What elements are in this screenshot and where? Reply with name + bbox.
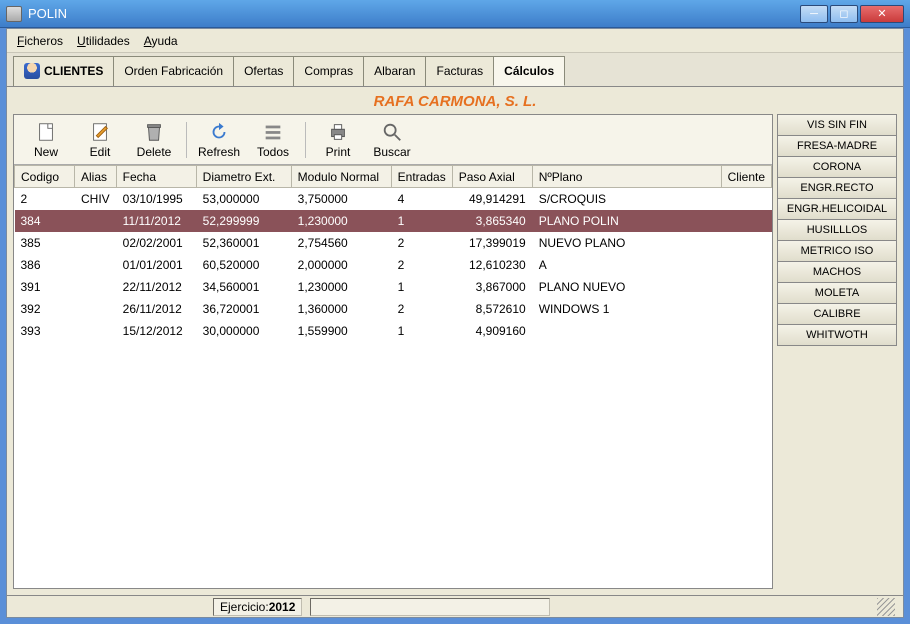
col-paso[interactable]: Paso Axial (452, 166, 532, 188)
col-cliente[interactable]: Cliente (721, 166, 771, 188)
titlebar: POLIN ─ ◻ ✕ (0, 0, 910, 28)
tab-facturas[interactable]: Facturas (425, 56, 494, 86)
col-modulo[interactable]: Modulo Normal (291, 166, 391, 188)
tab-ofertas[interactable]: Ofertas (233, 56, 294, 86)
tab-clientes[interactable]: CLIENTES (13, 56, 114, 86)
menubar: Ficheros Utilidades Ayuda (7, 29, 903, 53)
col-fecha[interactable]: Fecha (116, 166, 196, 188)
menu-ayuda[interactable]: Ayuda (144, 34, 178, 48)
edit-button[interactable]: Edit (74, 118, 126, 162)
status-ejercicio: Ejercicio:2012 (213, 598, 302, 616)
sidebar-item-husilllos[interactable]: HUSILLLOS (777, 219, 897, 241)
col-nplano[interactable]: NºPlano (532, 166, 721, 188)
sidebar-item-corona[interactable]: CORONA (777, 156, 897, 178)
refresh-button[interactable]: Refresh (193, 118, 245, 162)
tab-orden-fabricacion[interactable]: Orden Fabricación (113, 56, 234, 86)
maximize-button[interactable]: ◻ (830, 5, 858, 23)
menu-ficheros[interactable]: Ficheros (17, 34, 63, 48)
minimize-button[interactable]: ─ (800, 5, 828, 23)
status-empty (310, 598, 550, 616)
delete-button[interactable]: Delete (128, 118, 180, 162)
menu-utilidades[interactable]: Utilidades (77, 34, 130, 48)
tab-calculos[interactable]: Cálculos (493, 56, 565, 86)
sidebar-item-machos[interactable]: MACHOS (777, 261, 897, 283)
person-icon (24, 63, 40, 79)
table-row[interactable]: 39315/12/201230,0000001,55990014,909160 (15, 320, 772, 342)
sidebar: VIS SIN FINFRESA-MADRECORONAENGR.RECTOEN… (777, 114, 897, 589)
sidebar-item-vis-sin-fin[interactable]: VIS SIN FIN (777, 114, 897, 136)
tab-compras[interactable]: Compras (293, 56, 364, 86)
search-icon (381, 121, 403, 143)
table-row[interactable]: 38601/01/200160,5200002,000000212,610230… (15, 254, 772, 276)
data-grid[interactable]: Codigo Alias Fecha Diametro Ext. Modulo … (14, 165, 772, 588)
new-file-icon (35, 121, 57, 143)
col-diametro[interactable]: Diametro Ext. (196, 166, 291, 188)
tabrow: CLIENTES Orden Fabricación Ofertas Compr… (7, 53, 903, 87)
statusbar: Ejercicio:2012 (7, 595, 903, 617)
window-title: POLIN (28, 6, 800, 21)
app-icon (6, 6, 22, 22)
company-name: RAFA CARMONA, S. L. (7, 87, 903, 114)
table-row[interactable]: 38502/02/200152,3600012,754560217,399019… (15, 232, 772, 254)
table-row[interactable]: 2CHIV03/10/199553,0000003,750000449,9142… (15, 188, 772, 210)
sidebar-item-engr-recto[interactable]: ENGR.RECTO (777, 177, 897, 199)
printer-icon (327, 121, 349, 143)
table-row[interactable]: 39226/11/201236,7200011,36000028,572610W… (15, 298, 772, 320)
table-row[interactable]: 39122/11/201234,5600011,23000013,867000P… (15, 276, 772, 298)
trash-icon (143, 121, 165, 143)
sidebar-item-moleta[interactable]: MOLETA (777, 282, 897, 304)
tab-albaran[interactable]: Albaran (363, 56, 426, 86)
sidebar-item-engr-helicoidal[interactable]: ENGR.HELICOIDAL (777, 198, 897, 220)
col-alias[interactable]: Alias (75, 166, 117, 188)
todos-button[interactable]: Todos (247, 118, 299, 162)
table-row[interactable]: 38411/11/201252,2999991,23000013,865340P… (15, 210, 772, 232)
sidebar-item-calibre[interactable]: CALIBRE (777, 303, 897, 325)
list-icon (262, 121, 284, 143)
refresh-icon (208, 121, 230, 143)
col-codigo[interactable]: Codigo (15, 166, 75, 188)
sidebar-item-whitwoth[interactable]: WHITWOTH (777, 324, 897, 346)
sidebar-item-fresa-madre[interactable]: FRESA-MADRE (777, 135, 897, 157)
close-button[interactable]: ✕ (860, 5, 904, 23)
sidebar-item-metrico-iso[interactable]: METRICO ISO (777, 240, 897, 262)
resize-grip-icon[interactable] (877, 598, 895, 616)
pencil-icon (89, 121, 111, 143)
new-button[interactable]: New (20, 118, 72, 162)
print-button[interactable]: Print (312, 118, 364, 162)
toolbar: New Edit Delete Refresh (14, 115, 772, 165)
col-entradas[interactable]: Entradas (391, 166, 452, 188)
buscar-button[interactable]: Buscar (366, 118, 418, 162)
header-row: Codigo Alias Fecha Diametro Ext. Modulo … (15, 166, 772, 188)
